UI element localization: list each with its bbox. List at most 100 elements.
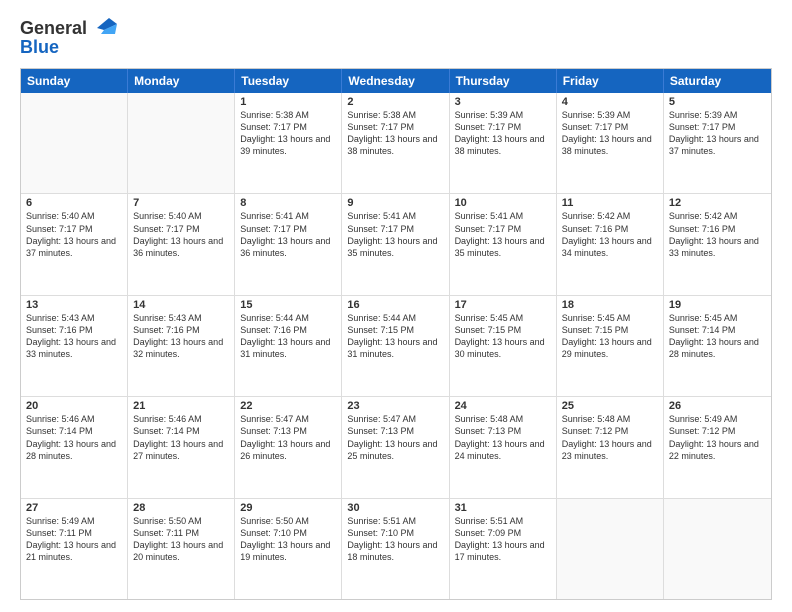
calendar-row: 20Sunrise: 5:46 AM Sunset: 7:14 PM Dayli… [21,396,771,497]
calendar-header: SundayMondayTuesdayWednesdayThursdayFrid… [21,69,771,93]
day-number: 24 [455,400,551,412]
calendar-row: 1Sunrise: 5:38 AM Sunset: 7:17 PM Daylig… [21,93,771,193]
logo-blue: Blue [20,37,59,57]
calendar-cell: 3Sunrise: 5:39 AM Sunset: 7:17 PM Daylig… [450,93,557,193]
day-number: 16 [347,299,443,311]
day-number: 13 [26,299,122,311]
day-number: 28 [133,502,229,514]
day-info: Sunrise: 5:49 AM Sunset: 7:12 PM Dayligh… [669,413,766,462]
weekday-header: Tuesday [235,69,342,93]
day-number: 9 [347,197,443,209]
day-number: 14 [133,299,229,311]
logo-general: General [20,18,87,39]
day-number: 12 [669,197,766,209]
calendar-cell: 29Sunrise: 5:50 AM Sunset: 7:10 PM Dayli… [235,499,342,599]
day-number: 3 [455,96,551,108]
calendar-cell: 14Sunrise: 5:43 AM Sunset: 7:16 PM Dayli… [128,296,235,396]
day-info: Sunrise: 5:42 AM Sunset: 7:16 PM Dayligh… [562,210,658,259]
day-info: Sunrise: 5:38 AM Sunset: 7:17 PM Dayligh… [240,109,336,158]
day-info: Sunrise: 5:40 AM Sunset: 7:17 PM Dayligh… [26,210,122,259]
calendar-cell: 8Sunrise: 5:41 AM Sunset: 7:17 PM Daylig… [235,194,342,294]
day-info: Sunrise: 5:39 AM Sunset: 7:17 PM Dayligh… [562,109,658,158]
calendar-cell: 18Sunrise: 5:45 AM Sunset: 7:15 PM Dayli… [557,296,664,396]
weekday-header: Saturday [664,69,771,93]
day-number: 8 [240,197,336,209]
day-number: 11 [562,197,658,209]
day-number: 31 [455,502,551,514]
day-number: 23 [347,400,443,412]
calendar-cell: 10Sunrise: 5:41 AM Sunset: 7:17 PM Dayli… [450,194,557,294]
weekday-header: Monday [128,69,235,93]
calendar-cell: 31Sunrise: 5:51 AM Sunset: 7:09 PM Dayli… [450,499,557,599]
calendar-cell: 5Sunrise: 5:39 AM Sunset: 7:17 PM Daylig… [664,93,771,193]
day-info: Sunrise: 5:41 AM Sunset: 7:17 PM Dayligh… [240,210,336,259]
day-number: 7 [133,197,229,209]
day-number: 29 [240,502,336,514]
calendar-cell: 20Sunrise: 5:46 AM Sunset: 7:14 PM Dayli… [21,397,128,497]
calendar-cell: 15Sunrise: 5:44 AM Sunset: 7:16 PM Dayli… [235,296,342,396]
day-number: 30 [347,502,443,514]
calendar-body: 1Sunrise: 5:38 AM Sunset: 7:17 PM Daylig… [21,93,771,599]
day-number: 19 [669,299,766,311]
calendar-cell [21,93,128,193]
weekday-header: Friday [557,69,664,93]
calendar-row: 13 Sunrise: 5:43 AM Sunset: 7:16 PM Dayli… [21,295,771,396]
day-info: Sunrise: 5:45 AM Sunset: 7:14 PM Dayligh… [669,312,766,361]
day-info: Sunrise: 5:45 AM Sunset: 7:15 PM Dayligh… [455,312,551,361]
day-info: Sunrise: 5:50 AM Sunset: 7:10 PM Dayligh… [240,515,336,564]
calendar-cell: 28Sunrise: 5:50 AM Sunset: 7:11 PM Dayli… [128,499,235,599]
day-info: Sunrise: 5:44 AM Sunset: 7:15 PM Dayligh… [347,312,443,361]
calendar-cell: 13Sunrise: 5:43 AM Sunset: 7:16 PM Dayli… [21,296,128,396]
calendar-cell: 23Sunrise: 5:47 AM Sunset: 7:13 PM Dayli… [342,397,449,497]
day-number: 18 [562,299,658,311]
day-info: Sunrise: 5:49 AM Sunset: 7:11 PM Dayligh… [26,515,122,564]
calendar-cell: 1Sunrise: 5:38 AM Sunset: 7:17 PM Daylig… [235,93,342,193]
day-info: Sunrise: 5:45 AM Sunset: 7:15 PM Dayligh… [562,312,658,361]
day-number: 20 [26,400,122,412]
logo-bird-icon [89,16,119,38]
calendar-cell [557,499,664,599]
day-info: Sunrise: 5:43 AM Sunset: 7:16 PM Dayligh… [133,312,229,361]
calendar-cell: 6Sunrise: 5:40 AM Sunset: 7:17 PM Daylig… [21,194,128,294]
day-number: 25 [562,400,658,412]
calendar-cell: 27Sunrise: 5:49 AM Sunset: 7:11 PM Dayli… [21,499,128,599]
day-number: 27 [26,502,122,514]
day-info: Sunrise: 5:47 AM Sunset: 7:13 PM Dayligh… [347,413,443,462]
day-info: Sunrise: 5:46 AM Sunset: 7:14 PM Dayligh… [26,413,122,462]
day-info: Sunrise: 5:38 AM Sunset: 7:17 PM Dayligh… [347,109,443,158]
calendar-cell: 22Sunrise: 5:47 AM Sunset: 7:13 PM Dayli… [235,397,342,497]
calendar-row: 27Sunrise: 5:49 AM Sunset: 7:11 PM Dayli… [21,498,771,599]
calendar: SundayMondayTuesdayWednesdayThursdayFrid… [20,68,772,600]
day-number: 4 [562,96,658,108]
day-number: 17 [455,299,551,311]
day-number: 5 [669,96,766,108]
weekday-header: Sunday [21,69,128,93]
day-info: Sunrise: 5:44 AM Sunset: 7:16 PM Dayligh… [240,312,336,361]
calendar-cell [128,93,235,193]
day-info: Sunrise: 5:42 AM Sunset: 7:16 PM Dayligh… [669,210,766,259]
day-number: 15 [240,299,336,311]
day-info: Sunrise: 5:50 AM Sunset: 7:11 PM Dayligh… [133,515,229,564]
calendar-cell: 7Sunrise: 5:40 AM Sunset: 7:17 PM Daylig… [128,194,235,294]
day-info: Sunrise: 5:48 AM Sunset: 7:12 PM Dayligh… [562,413,658,462]
day-info: Sunrise: 5:47 AM Sunset: 7:13 PM Dayligh… [240,413,336,462]
calendar-cell [664,499,771,599]
day-info: Sunrise: 5:51 AM Sunset: 7:09 PM Dayligh… [455,515,551,564]
day-number: 2 [347,96,443,108]
calendar-cell: 24Sunrise: 5:48 AM Sunset: 7:13 PM Dayli… [450,397,557,497]
day-number: 10 [455,197,551,209]
day-number: 21 [133,400,229,412]
calendar-cell: 16Sunrise: 5:44 AM Sunset: 7:15 PM Dayli… [342,296,449,396]
calendar-row: 6Sunrise: 5:40 AM Sunset: 7:17 PM Daylig… [21,193,771,294]
day-number: 6 [26,197,122,209]
calendar-cell: 17Sunrise: 5:45 AM Sunset: 7:15 PM Dayli… [450,296,557,396]
calendar-cell: 21Sunrise: 5:46 AM Sunset: 7:14 PM Dayli… [128,397,235,497]
day-info: Sunrise: 5:39 AM Sunset: 7:17 PM Dayligh… [455,109,551,158]
day-info: Sunrise: 5:46 AM Sunset: 7:14 PM Dayligh… [133,413,229,462]
weekday-header: Thursday [450,69,557,93]
calendar-cell: 9Sunrise: 5:41 AM Sunset: 7:17 PM Daylig… [342,194,449,294]
header: General Blue [20,18,772,58]
day-number: 26 [669,400,766,412]
calendar-cell: 30Sunrise: 5:51 AM Sunset: 7:10 PM Dayli… [342,499,449,599]
logo: General Blue [20,18,119,58]
